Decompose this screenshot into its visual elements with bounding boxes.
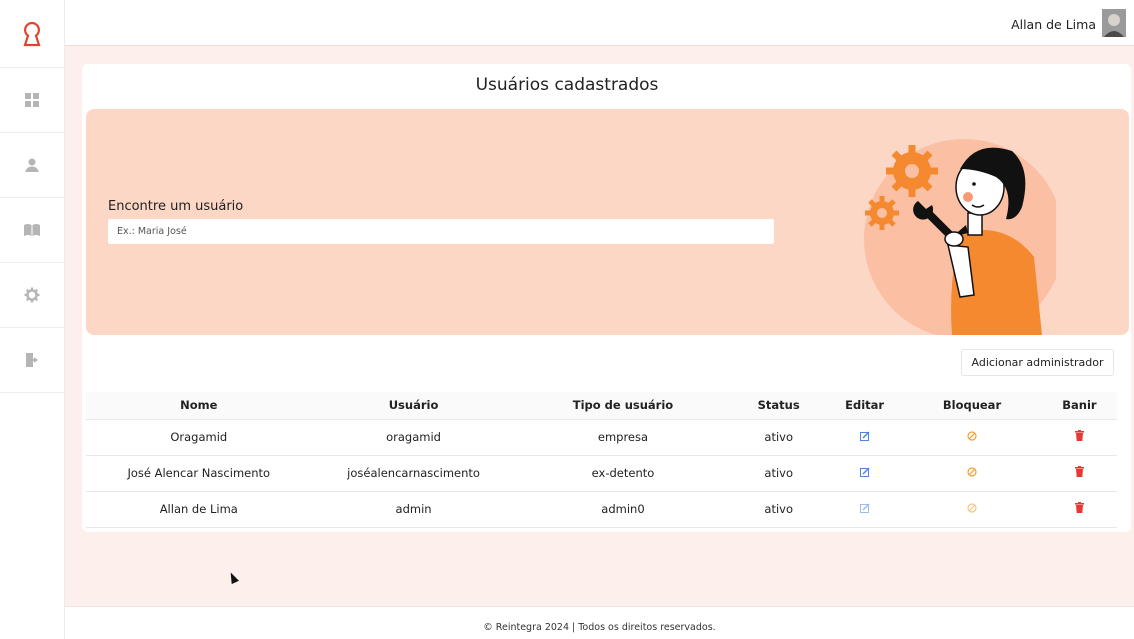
logout-icon [26, 353, 38, 367]
sidebar-item-user[interactable] [0, 133, 64, 198]
trash-icon[interactable] [1074, 466, 1084, 477]
edit-icon[interactable] [859, 431, 870, 441]
cell-nome: Allan de Lima [86, 490, 312, 528]
book-icon [24, 224, 40, 236]
block-icon[interactable] [967, 431, 977, 441]
cell-tipo: ex-detento [515, 454, 731, 491]
cell-status: ativo [730, 490, 828, 528]
search-panel: Encontre um usuário [86, 109, 1129, 335]
topbar: Allan de Lima [65, 0, 1134, 46]
column-header-tipo[interactable]: Tipo de usuário [516, 392, 731, 419]
cell-banir [1041, 490, 1117, 528]
mechanic-illustration [864, 139, 1056, 335]
avatar[interactable] [1102, 9, 1126, 37]
trash-icon[interactable] [1074, 430, 1084, 441]
cell-status: ativo [730, 418, 828, 455]
column-header-status[interactable]: Status [730, 392, 827, 419]
sidebar [0, 0, 65, 639]
cell-nome: Oragamid [86, 418, 312, 455]
column-header-banir: Banir [1062, 398, 1097, 413]
table-row: Oragamid oragamid empresa ativo [86, 418, 1117, 455]
page-title: Usuários cadastrados [475, 75, 659, 95]
cell-editar [827, 490, 903, 528]
column-header-usuario[interactable]: Usuário [312, 392, 516, 419]
gear-icon [24, 287, 40, 303]
user-icon [25, 158, 39, 172]
block-icon[interactable] [967, 467, 977, 477]
footer: © Reintegra 2024 | Todos os direitos res… [65, 606, 1134, 639]
cell-banir [1041, 418, 1117, 455]
logo[interactable] [0, 0, 64, 68]
cell-editar [827, 418, 903, 455]
cell-status: ativo [730, 454, 828, 491]
search-input[interactable] [108, 219, 774, 244]
sidebar-item-logout[interactable] [0, 328, 64, 393]
sidebar-item-settings[interactable] [0, 263, 64, 328]
cell-banir [1041, 454, 1117, 491]
edit-icon[interactable] [859, 503, 870, 513]
cell-usuario: joséalencarnascimento [311, 454, 516, 491]
edit-icon[interactable] [859, 467, 870, 477]
cell-bloquear [902, 418, 1042, 455]
sidebar-item-book[interactable] [0, 198, 64, 263]
cell-nome: José Alencar Nascimento [86, 454, 312, 491]
table-row: José Alencar Nascimento joséalencarnasci… [86, 454, 1117, 491]
add-admin-button[interactable]: Adicionar administrador [961, 349, 1114, 376]
search-label: Encontre um usuário [108, 199, 244, 214]
column-header-bloquear: Bloquear [942, 398, 1002, 413]
cell-usuario: oragamid [311, 418, 516, 455]
table-row: Allan de Lima admin admin0 ativo [86, 490, 1117, 528]
keyhole-logo-icon [23, 21, 41, 46]
block-icon[interactable] [967, 503, 977, 513]
cell-editar [827, 454, 903, 491]
trash-icon[interactable] [1074, 502, 1084, 513]
cell-usuario: admin [311, 490, 516, 528]
cell-bloquear [902, 490, 1042, 528]
table-header-row: Nome Usuário Tipo de usuário Status Edit… [86, 392, 1117, 419]
avatar-photo-icon [1102, 9, 1126, 37]
users-table: Nome Usuário Tipo de usuário Status Edit… [86, 392, 1117, 528]
user-name[interactable]: Allan de Lima [1011, 17, 1096, 32]
cell-tipo: admin0 [515, 490, 731, 528]
cell-bloquear [902, 454, 1042, 491]
column-header-editar: Editar [845, 398, 885, 413]
cell-tipo: empresa [515, 418, 731, 455]
column-header-nome[interactable]: Nome [86, 392, 312, 419]
